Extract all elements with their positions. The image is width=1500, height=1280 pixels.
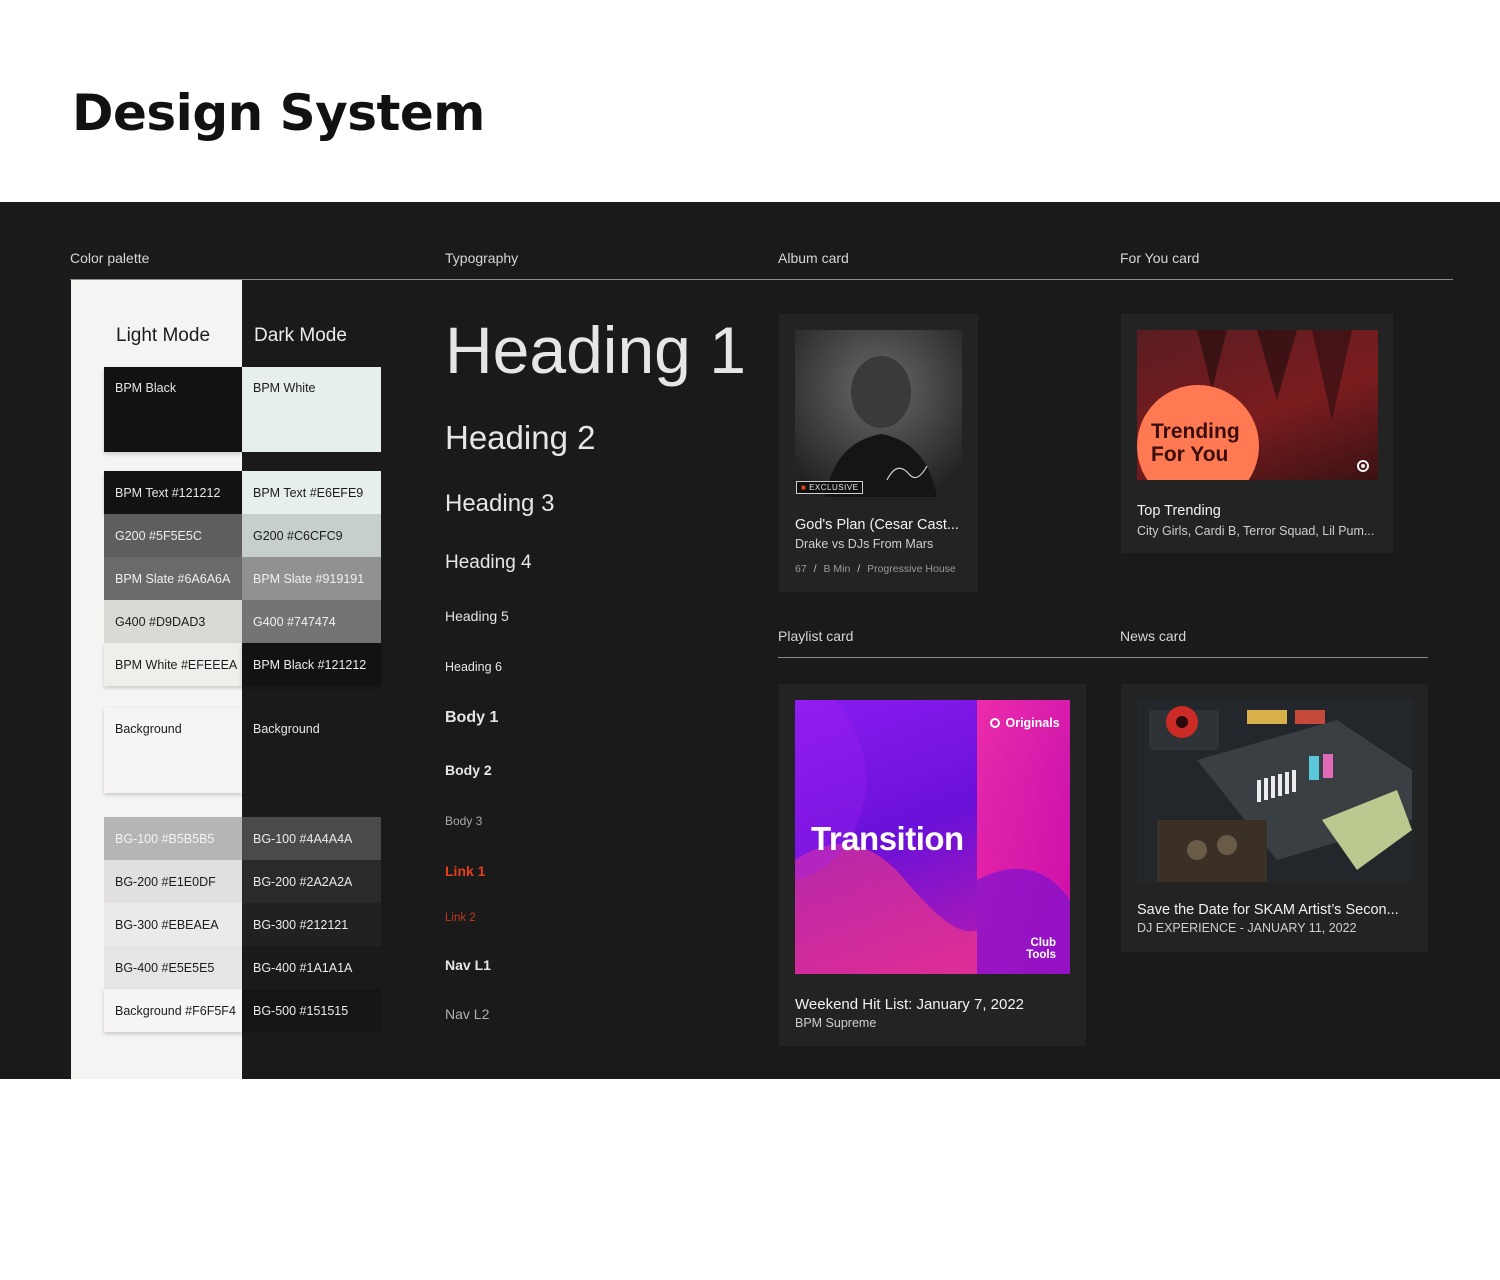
section-label-for-you-card: For You card (1120, 250, 1200, 266)
swatch-light-background: Background (104, 708, 242, 793)
swatch-light-bpm-text: BPM Text #121212 (104, 471, 242, 514)
swatch-dark-bg300: BG-300 #212121 (242, 903, 381, 946)
for-you-art-text: Trending For You (1151, 420, 1240, 466)
swatch-dark-bg400: BG-400 #1A1A1A (242, 946, 381, 989)
middle-divider (778, 657, 1428, 658)
club-tools-line-2: Tools (1026, 949, 1056, 961)
album-artwork-image (795, 330, 962, 497)
swatch-dark-bpm-black: BPM Black #121212 (242, 643, 381, 686)
type-heading-5: Heading 5 (445, 608, 509, 624)
swatch-light-g200: G200 #5F5E5C (104, 514, 242, 557)
for-you-art-line-1: Trending (1151, 420, 1240, 443)
playlist-title[interactable]: Weekend Hit List: January 7, 2022 (795, 996, 1024, 1013)
swatch-light-bg300: BG-300 #EBEAEA (104, 903, 242, 946)
news-title[interactable]: Save the Date for SKAM Artist’s Secon... (1137, 902, 1399, 918)
exclusive-badge-label: EXCLUSIVE (809, 483, 859, 492)
type-body-3: Body 3 (445, 814, 483, 828)
album-meta-bpm: 67 (795, 563, 807, 575)
swatch-dark-bg100: BG-100 #4A4A4A (242, 817, 381, 860)
swatch-light-bg100: BG-100 #B5B5B5 (104, 817, 242, 860)
type-heading-1: Heading 1 (445, 313, 746, 387)
playlist-curator[interactable]: BPM Supreme (795, 1016, 876, 1030)
album-meta-key: B Min (823, 563, 851, 575)
album-meta: 67 / B Min / Progressive House (795, 563, 956, 575)
swatch-light-bg200: BG-200 #E1E0DF (104, 860, 242, 903)
swatch-light-bpm-slate: BPM Slate #6A6A6A (104, 557, 242, 600)
album-artwork: ■ EXCLUSIVE (795, 330, 962, 497)
for-you-title[interactable]: Top Trending (1137, 503, 1221, 519)
album-title[interactable]: God's Plan (Cesar Cast... (795, 517, 959, 533)
section-label-playlist-card: Playlist card (778, 628, 854, 644)
meta-separator: / (857, 563, 861, 575)
originals-brand: Originals (990, 716, 1060, 730)
type-heading-4: Heading 4 (445, 552, 532, 573)
badge-mark-icon: ■ (801, 483, 807, 492)
type-link-2[interactable]: Link 2 (445, 912, 476, 924)
section-label-news-card: News card (1120, 628, 1187, 644)
type-link-1[interactable]: Link 1 (445, 863, 485, 879)
swatch-light-g400: G400 #D9DAD3 (104, 600, 242, 643)
swatch-dark-bpm-white: BPM White (242, 367, 381, 452)
album-artist[interactable]: Drake vs DJs From Mars (795, 537, 933, 551)
swatch-light-background-f6: Background #F6F5F4 (104, 989, 242, 1032)
type-heading-6: Heading 6 (445, 660, 502, 674)
swatch-dark-background: Background (242, 708, 381, 793)
album-card[interactable]: ■ EXCLUSIVE God's Plan (Cesar Cast... Dr… (779, 314, 978, 592)
swatch-light-bpm-black: BPM Black (104, 367, 242, 452)
section-label-album-card: Album card (778, 250, 849, 266)
originals-logo-icon (990, 718, 1000, 728)
club-tools-line-1: Club (1030, 937, 1056, 949)
originals-brand-label: Originals (1005, 716, 1060, 730)
news-card[interactable]: Save the Date for SKAM Artist’s Secon...… (1121, 684, 1428, 952)
top-divider (70, 279, 1453, 280)
for-you-art-line-2: For You (1151, 443, 1229, 466)
dark-mode-title: Dark Mode (254, 325, 347, 346)
swatch-dark-bg500: BG-500 #151515 (242, 989, 381, 1032)
swatch-dark-g200: G200 #C6CFC9 (242, 514, 381, 557)
swatch-dark-bg200: BG-200 #2A2A2A (242, 860, 381, 903)
type-heading-2: Heading 2 (445, 419, 596, 456)
playlist-card[interactable]: Originals Transition Club Tools Weekend … (779, 684, 1086, 1046)
club-tools-label: Club Tools (1026, 937, 1056, 961)
album-meta-genre: Progressive House (867, 563, 956, 575)
swatch-dark-bpm-text: BPM Text #E6EFE9 (242, 471, 381, 514)
exclusive-badge: ■ EXCLUSIVE (796, 481, 864, 494)
for-you-card[interactable]: Trending For You Top Trending City Girls… (1121, 314, 1393, 553)
playlist-artwork: Originals Transition Club Tools (795, 700, 1070, 974)
type-body-2: Body 2 (445, 762, 492, 778)
swatch-dark-bpm-slate: BPM Slate #919191 (242, 557, 381, 600)
design-board: Color palette Typography Album card For … (0, 202, 1500, 1079)
playlist-art-title: Transition (811, 820, 964, 857)
section-label-typography: Typography (445, 250, 519, 266)
for-you-artists: City Girls, Cardi B, Terror Squad, Lil P… (1137, 524, 1375, 538)
type-nav-l2[interactable]: Nav L2 (445, 1006, 489, 1022)
type-nav-l1[interactable]: Nav L1 (445, 957, 491, 973)
play-icon[interactable] (1357, 460, 1369, 472)
type-heading-3: Heading 3 (445, 490, 555, 517)
for-you-artwork: Trending For You (1137, 330, 1378, 480)
swatch-light-bpm-white: BPM White #EFEEEA (104, 643, 242, 686)
news-artwork-image (1137, 700, 1412, 882)
light-mode-title: Light Mode (116, 325, 211, 346)
news-artwork (1137, 700, 1412, 882)
swatch-dark-g400: G400 #747474 (242, 600, 381, 643)
section-label-color-palette: Color palette (70, 250, 150, 266)
swatch-light-bg400: BG-400 #E5E5E5 (104, 946, 242, 989)
news-subtitle: DJ EXPERIENCE - JANUARY 11, 2022 (1137, 921, 1357, 935)
page-title: Design System (72, 84, 485, 142)
meta-separator: / (813, 563, 817, 575)
type-body-1: Body 1 (445, 709, 499, 726)
